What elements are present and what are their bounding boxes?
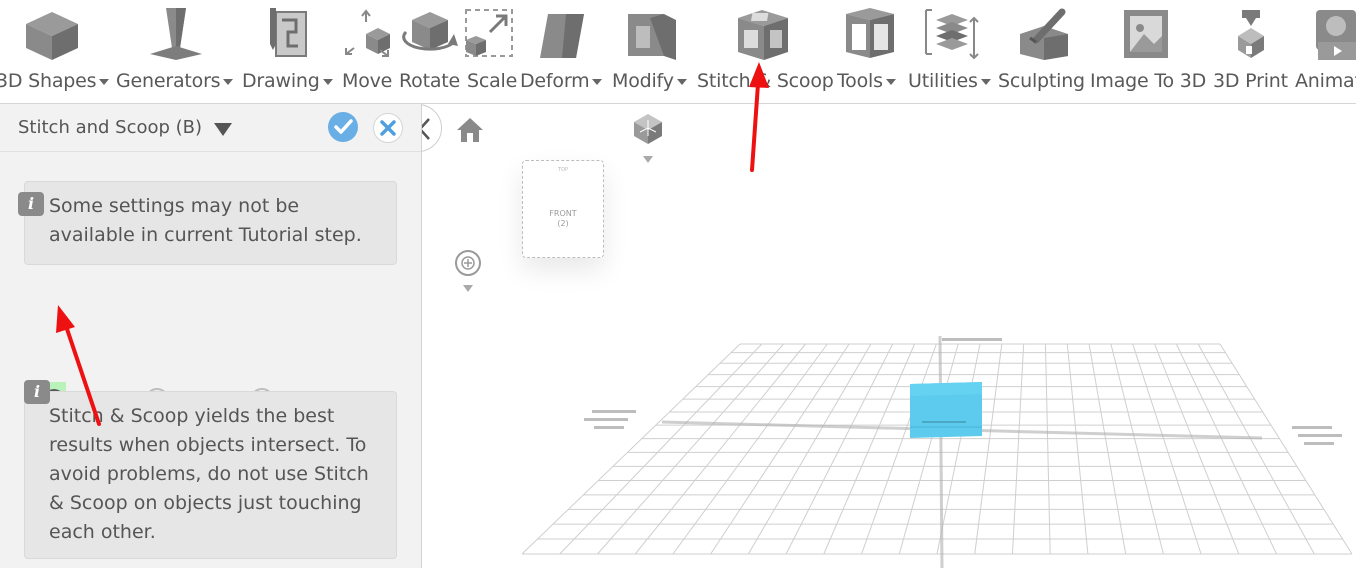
toolbar-modify-label: Modify: [612, 70, 687, 92]
panel-dropdown-caret-icon[interactable]: [214, 123, 232, 136]
grid-line: [747, 343, 872, 555]
utilities-icon: [925, 9, 979, 60]
animation-icon: [1316, 10, 1356, 60]
toolbar-animation[interactable]: Animat: [1294, 0, 1356, 100]
scale-icon: [465, 9, 513, 57]
grid-line: [1066, 343, 1089, 555]
toolbar-3d-shapes[interactable]: 3D Shapes: [0, 0, 114, 100]
toolbar-move-label: Move: [342, 70, 393, 92]
3d-print-icon: [1238, 10, 1264, 58]
grid-line: [1088, 343, 1127, 555]
selected-3d-object[interactable]: [906, 380, 986, 440]
grid-line: [1011, 343, 1025, 555]
toolbar-stitch-scoop[interactable]: Stitch & Scoop: [696, 0, 834, 100]
toolbar-sculpting-label: Sculpting: [998, 70, 1085, 92]
grid-line: [597, 343, 785, 555]
grid-line: [898, 343, 959, 555]
grid-line: [1110, 343, 1164, 555]
info-icon: i: [24, 380, 50, 404]
modify-icon: [628, 14, 676, 60]
toolbar-tools[interactable]: Tools: [832, 0, 906, 100]
main-toolbar: 3D Shapes Generators Drawing Move Rotate…: [0, 0, 1356, 104]
stitch-tip-box: Stitch & Scoop yields the best results w…: [24, 391, 397, 559]
stitch-scoop-panel: Stitch and Scoop (B) Some settings may n…: [0, 104, 422, 568]
generator-icon: [150, 8, 202, 60]
toolbar-rotate[interactable]: Rotate: [398, 0, 462, 100]
toolbar-image-to-3d[interactable]: Image To 3D: [1088, 0, 1210, 100]
grid-line: [823, 343, 916, 555]
3d-viewport[interactable]: TOP FRONT (2): [422, 104, 1356, 568]
tutorial-info-text: Some settings may not be available in cu…: [49, 195, 362, 246]
image-to-3d-icon: [1124, 10, 1168, 58]
toolbar-scale[interactable]: Scale: [462, 0, 518, 100]
rotate-icon: [402, 12, 458, 51]
toolbar-3d-shapes-label: 3D Shapes: [0, 70, 110, 92]
toolbar-3d-print[interactable]: 3D Print: [1210, 0, 1294, 100]
check-icon: [334, 119, 353, 134]
panel-header: Stitch and Scoop (B): [0, 104, 421, 152]
grid-line: [785, 343, 894, 555]
toolbar-animation-label: Animat: [1295, 70, 1356, 92]
toolbar-utilities[interactable]: Utilities: [906, 0, 996, 100]
grid-line: [861, 343, 937, 555]
stitch-scoop-icon: [738, 10, 788, 60]
toolbar-modify[interactable]: Modify: [610, 0, 696, 100]
sculpting-icon: [1020, 8, 1068, 60]
grid-line: [672, 343, 828, 555]
tutorial-info-box: Some settings may not be available in cu…: [24, 181, 397, 265]
grid-line: [974, 343, 1003, 555]
build-plane-grid: [521, 335, 1353, 568]
toolbar-scale-label: Scale: [467, 70, 518, 92]
tools-icon: [846, 8, 894, 58]
panel-title: Stitch and Scoop (B): [18, 117, 203, 138]
toolbar-deform[interactable]: Deform: [518, 0, 610, 100]
toolbar-drawing[interactable]: Drawing: [240, 0, 340, 100]
grid-line: [1197, 343, 1315, 555]
info-icon: i: [18, 192, 44, 216]
confirm-button[interactable]: [328, 112, 358, 142]
move-icon: [345, 9, 390, 57]
cube-icon: [26, 12, 78, 60]
grid-line: [936, 343, 981, 555]
close-icon: [380, 120, 396, 136]
grid-line: [521, 343, 741, 555]
deform-icon: [540, 14, 584, 58]
toolbar-tools-label: Tools: [837, 70, 896, 92]
toolbar-generators[interactable]: Generators: [114, 0, 240, 100]
toolbar-image-to-3d-label: Image To 3D: [1090, 70, 1207, 92]
toolbar-3d-print-label: 3D Print: [1213, 70, 1288, 92]
toolbar-rotate-label: Rotate: [399, 70, 461, 92]
toolbar-move[interactable]: Move: [340, 0, 398, 100]
drawing-icon: [270, 8, 307, 57]
toolbar-drawing-label: Drawing: [242, 70, 333, 92]
cancel-button[interactable]: [373, 113, 403, 143]
toolbar-utilities-label: Utilities: [908, 70, 991, 92]
grid-line: [1219, 343, 1353, 555]
grid-line: [1044, 343, 1051, 555]
toolbar-sculpting[interactable]: Sculpting: [996, 0, 1088, 100]
toolbar-deform-label: Deform: [520, 70, 603, 92]
stitch-tip-text: Stitch & Scoop yields the best results w…: [49, 405, 369, 543]
toolbar-stitch-scoop-label: Stitch & Scoop: [697, 70, 834, 92]
toolbar-generators-label: Generators: [116, 70, 234, 92]
